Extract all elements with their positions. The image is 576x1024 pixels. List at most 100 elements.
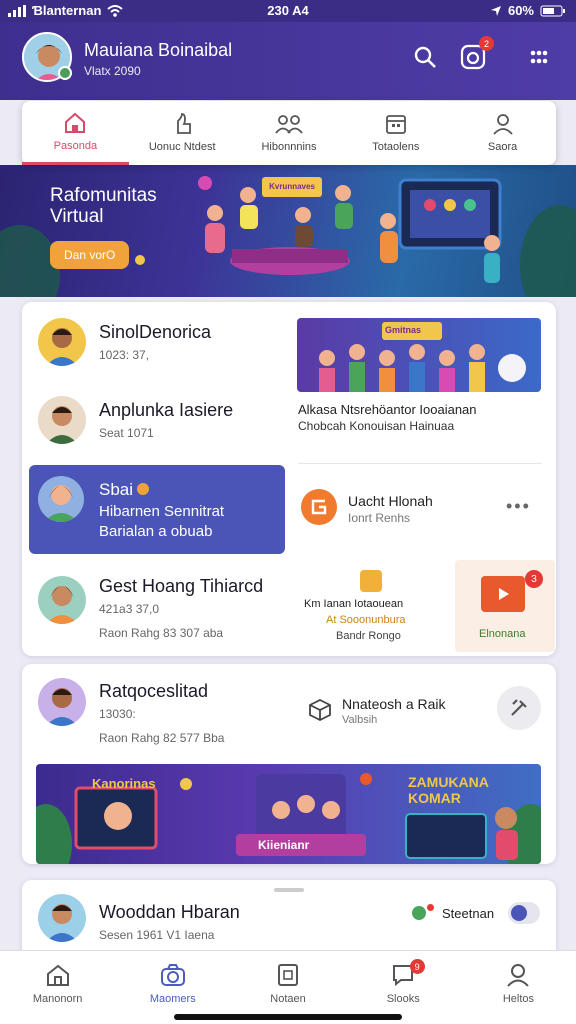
avatar[interactable]: [38, 318, 86, 366]
status-dot-icon: [412, 906, 426, 920]
battery-percent: 60%: [507, 3, 534, 18]
user-meta: 13030:: [99, 707, 136, 721]
profile-name: Mauiana Boinaibal: [84, 40, 233, 60]
tab-label: Saora: [487, 141, 518, 153]
more-options-icon[interactable]: •••: [506, 496, 531, 517]
feed-card: Wooddan Hbaran Sesen 1961 V1 Iaena Steet…: [22, 880, 556, 960]
side-title: Steetnan: [442, 906, 495, 921]
app-header: Mauiana Boinaibal Vlatx 2090 2: [0, 22, 576, 100]
user-name[interactable]: SinolDenorica: [99, 322, 211, 343]
notifications-icon[interactable]: 2: [458, 36, 494, 72]
user-name[interactable]: Ratqoceslitad: [99, 681, 208, 702]
tab-hibonnnins[interactable]: Hibonnnins: [236, 101, 343, 165]
video-badge: 3: [525, 570, 543, 588]
camera-icon: [160, 964, 185, 986]
nav-profile[interactable]: Heltos: [461, 951, 576, 1024]
notification-badge: 2: [479, 36, 494, 51]
avatar: [38, 476, 84, 522]
nav-label: Maomers: [149, 993, 196, 1005]
nav-home[interactable]: Manonorn: [0, 951, 115, 1024]
user-meta: Raon Rahg 83 307 aba: [99, 626, 224, 640]
avatar[interactable]: [38, 678, 86, 726]
side-subtitle: Valbsih: [342, 714, 378, 726]
divider: [298, 463, 542, 464]
message-line: Hibarnen Sennitrat: [99, 503, 225, 520]
video-thumbnail[interactable]: 3 Elnonana: [455, 560, 555, 652]
feed-card: Ratqoceslitad 13030: Raon Rahg 82 577 Bb…: [22, 664, 556, 864]
user-meta: 1023: 37,: [99, 348, 150, 362]
online-status-icon: [58, 66, 72, 80]
tab-label: Totaolens: [372, 141, 420, 153]
category-tabs: Pasonda Uonuc Ntdest Hibonnnins Totaolen…: [22, 101, 556, 165]
calendar-icon: [385, 115, 406, 134]
home-indicator: [174, 1014, 402, 1020]
tab-label: Hibonnnins: [261, 141, 317, 153]
brand-icon: [301, 489, 337, 525]
verified-icon: [137, 483, 149, 495]
avatar[interactable]: [38, 576, 86, 624]
banner-title: Rafomunitas Virtual: [50, 185, 157, 227]
post-text: Alkasa Ntsrehöantor Iooaianan: [298, 402, 477, 417]
status-bar: Ɓlanternan 230 A4 60%: [0, 0, 576, 22]
thumbnail-label: Gmitnas: [385, 325, 422, 335]
tab-label: Uonuc Ntdest: [148, 141, 216, 153]
avatar[interactable]: [38, 894, 86, 942]
post-text: Chobcah Konouisan Hainuaa: [298, 419, 455, 433]
side-title: Nnateosh a Raik: [342, 696, 446, 712]
drag-handle[interactable]: [274, 888, 304, 892]
bottom-navigation: Manonorn Maomers Notaen 9 Slooks Heltos: [0, 950, 576, 1024]
promo-text: Km Ianan Iotaouean: [304, 598, 404, 610]
video-label: Elnonana: [479, 628, 526, 640]
selected-conversation[interactable]: Sbai Hibarnen Sennitrat Barialan a obuab: [29, 465, 285, 554]
side-subtitle: Ionrt Renhs: [348, 511, 411, 525]
feed-card: SinolDenorica 1023: 37, Gmitnas Anplunka…: [22, 302, 556, 656]
user-name: Sbai: [99, 480, 134, 499]
community-poster[interactable]: Kanorinas Kiienianr ZAMUKANA KOMAR: [36, 764, 541, 864]
user-name[interactable]: Wooddan Hbaran: [99, 902, 240, 923]
tab-pasonda[interactable]: Pasonda: [22, 101, 129, 165]
tab-totaolens[interactable]: Totaolens: [342, 101, 449, 165]
nav-label: Slooks: [386, 993, 420, 1005]
toggle-switch[interactable]: [508, 902, 540, 924]
search-icon[interactable]: [410, 42, 440, 72]
battery-icon: [540, 5, 565, 16]
document-icon: [278, 964, 298, 986]
home-icon: [65, 112, 86, 133]
user-name[interactable]: Anplunka Iasiere: [99, 400, 233, 421]
people-icon: [275, 115, 303, 134]
user-icon: [492, 114, 513, 135]
tab-label: Pasonda: [53, 139, 98, 152]
share-icon: [360, 570, 382, 592]
tab-saora[interactable]: Saora: [449, 101, 556, 165]
thumb-icon: [177, 113, 192, 134]
side-title: Uacht Hlonah: [348, 493, 433, 509]
poster-label: ZAMUKANA KOMAR: [408, 774, 489, 806]
avatar[interactable]: [38, 396, 86, 444]
alert-dot-icon: [427, 904, 434, 911]
tab-uonuc[interactable]: Uonuc Ntdest: [129, 101, 236, 165]
user-meta: Seat 1071: [99, 426, 154, 440]
toggle-knob: [511, 905, 527, 921]
banner-cta-button[interactable]: Dan vorO: [50, 241, 130, 269]
poster-label: Kanorinas: [92, 776, 156, 791]
profile-subtitle: Vlatx 2090: [84, 64, 141, 78]
hero-banner[interactable]: Kvrunnaves Rafomunitas Virtual Dan vorO: [0, 165, 576, 297]
more-grid-icon[interactable]: [524, 42, 554, 72]
location-icon: [490, 5, 501, 16]
tools-icon[interactable]: [497, 686, 541, 730]
banner-poster-label: Kvrunnaves: [269, 182, 315, 191]
promo-text: Bandr Rongo: [336, 630, 401, 642]
home-icon: [46, 964, 69, 986]
nav-badge: 9: [409, 959, 425, 974]
message-line: Barialan a obuab: [99, 523, 213, 540]
nav-label: Heltos: [502, 993, 534, 1005]
post-thumbnail[interactable]: Gmitnas: [297, 318, 541, 392]
user-meta: Sesen 1961 V1 Iaena: [99, 928, 215, 942]
promo-text: At Sooonunbura: [326, 614, 406, 626]
nav-label: Notaen: [270, 993, 306, 1005]
user-name[interactable]: Gest Hoang Tihiarcd: [99, 576, 263, 597]
poster-label: Kiienianr: [258, 838, 310, 852]
nav-label: Manonorn: [32, 993, 83, 1005]
video-play-icon: [481, 576, 525, 612]
user-meta: 421a3 37,0: [99, 602, 160, 616]
